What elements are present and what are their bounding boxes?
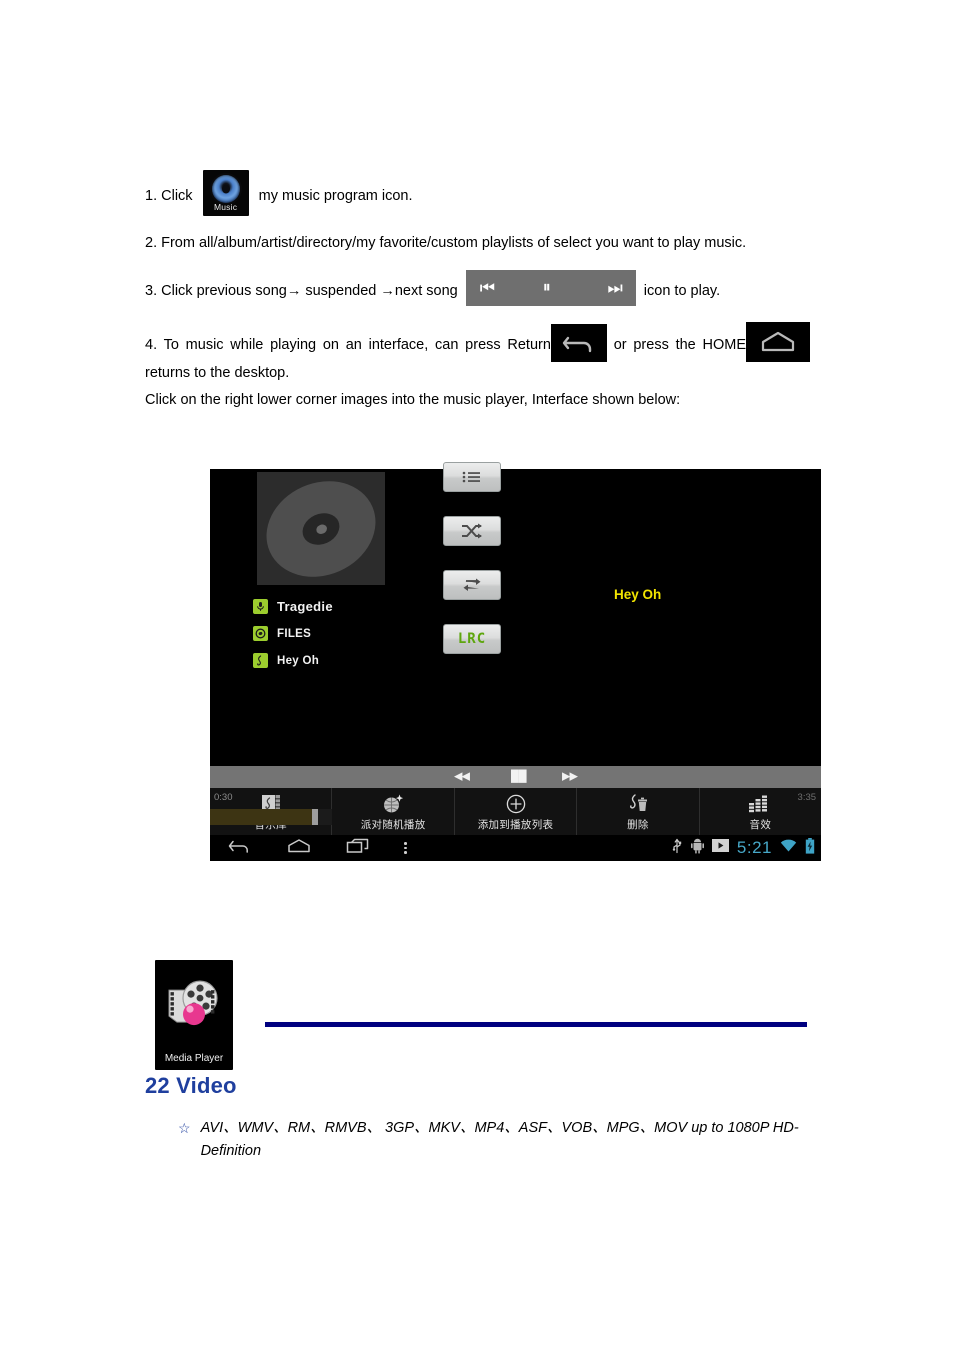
- step-1-suffix: my music program icon.: [258, 188, 413, 204]
- next-track-button[interactable]: ▶▶: [562, 771, 578, 783]
- recents-icon[interactable]: [346, 838, 370, 859]
- action-delete-label: 删除: [627, 819, 649, 831]
- wifi-icon: [780, 839, 797, 858]
- step-4-suffix: returns to the desktop.: [145, 365, 290, 382]
- microphone-icon: [253, 599, 268, 614]
- step-2-paragraph: 2. From all/album/artist/directory/my fa…: [145, 235, 747, 251]
- home-icon[interactable]: [286, 838, 312, 859]
- next-icon[interactable]: ⏭: [607, 280, 622, 297]
- home-key-icon[interactable]: [746, 322, 811, 363]
- previous-icon[interactable]: ⏮: [480, 280, 495, 297]
- music-note-icon: [253, 653, 268, 668]
- status-icons: 5:21: [671, 835, 815, 861]
- seek-bar-knob[interactable]: [312, 809, 319, 825]
- step-1-paragraph: 1. Click Music my music program icon.: [145, 170, 810, 216]
- player-main-area: Tragedie FILES Hey Oh LRC Hey Oh: [210, 462, 821, 766]
- action-music-library[interactable]: 0:30 音乐库: [210, 788, 333, 835]
- star-bullet-icon: ☆: [178, 1120, 191, 1136]
- lyrics-text: Hey Oh: [614, 587, 662, 602]
- video-formats-bullet: ☆ AVI、WMV、RM、RMVB、 3GP、MKV、MP4、ASF、VOB、M…: [178, 1117, 818, 1163]
- repeat-button[interactable]: [443, 570, 501, 600]
- repeat-icon: [462, 577, 482, 593]
- section-divider-rule: [265, 1022, 807, 1027]
- action-party-shuffle-label: 派对随机播放: [360, 819, 426, 831]
- document-body: 1. Click Music my music program icon. 2.…: [145, 170, 811, 427]
- disc-placeholder-icon: [257, 472, 385, 585]
- android-debug-icon: [690, 838, 704, 859]
- video-formats-text: AVI、WMV、RM、RMVB、 3GP、MKV、MP4、ASF、VOB、MPG…: [200, 1120, 799, 1160]
- previous-track-button[interactable]: ◀◀: [454, 771, 470, 783]
- back-icon[interactable]: [228, 838, 252, 859]
- action-sound-effects[interactable]: 3:35 音效: [700, 788, 821, 835]
- step-5-paragraph: Click on the right lower corner images i…: [145, 391, 681, 408]
- usb-icon: [671, 838, 683, 859]
- navigation-buttons: [228, 835, 407, 861]
- playlist-button[interactable]: [443, 462, 501, 492]
- music-app-icon-label: Music: [213, 201, 238, 212]
- music-app-icon[interactable]: Music: [202, 170, 249, 216]
- playlist-icon: [462, 470, 482, 484]
- status-clock: 5:21: [736, 838, 772, 857]
- step-4-middle: or press the HOME: [613, 337, 747, 354]
- elapsed-time: 0:30: [214, 792, 233, 803]
- step-3-paragraph: 3. Click previous song→ suspended →next …: [145, 270, 810, 307]
- page-title: 22 Video: [145, 1073, 237, 1098]
- sound-effects-icon: [748, 792, 772, 816]
- document-page: 1. Click Music my music program icon. 2.…: [0, 0, 954, 1350]
- shuffle-button[interactable]: [443, 516, 501, 546]
- overflow-menu-icon[interactable]: [404, 842, 407, 854]
- step-4-prefix: 4. To music while playing on an interfac…: [145, 337, 551, 354]
- pause-button[interactable]: ██: [511, 771, 527, 783]
- film-reel-icon: [163, 976, 225, 1043]
- play-icon: [711, 839, 729, 857]
- step-1-prefix: 1. Click: [145, 188, 193, 204]
- music-player-screenshot: Tragedie FILES Hey Oh LRC Hey Oh ◀◀ ██ ▶…: [210, 462, 821, 861]
- shuffle-icon: [461, 523, 483, 539]
- return-key-icon[interactable]: [550, 324, 607, 363]
- media-player-icon-label: Media Player: [164, 1053, 224, 1064]
- action-sound-effects-label: 音效: [749, 819, 772, 831]
- lrc-icon: LRC: [457, 631, 487, 647]
- speaker-cone-icon: [211, 175, 240, 203]
- action-party-shuffle[interactable]: 派对随机播放: [332, 788, 455, 835]
- step-4-paragraph: 4. To music while playing on an interfac…: [145, 322, 811, 384]
- inline-transport-controls[interactable]: ⏮ ⏸ ⏭: [465, 270, 636, 307]
- android-system-bar: 5:21: [210, 835, 821, 861]
- track-artist-label: Tragedie: [277, 599, 333, 614]
- disc-icon: [253, 626, 268, 641]
- add-to-playlist-icon: [505, 792, 527, 816]
- action-add-to-playlist-label: 添加到播放列表: [477, 819, 554, 831]
- player-mode-buttons: LRC: [443, 462, 501, 678]
- delete-icon: [626, 792, 650, 816]
- transport-bar: ◀◀ ██ ▶▶: [210, 766, 821, 789]
- step-3-prefix: 3. Click previous song→ suspended →next …: [145, 283, 458, 300]
- step-3-suffix: icon to play.: [643, 283, 721, 300]
- seek-bar-fill: [210, 809, 313, 825]
- party-shuffle-icon: [382, 792, 404, 816]
- total-duration: 3:35: [797, 792, 817, 803]
- action-add-to-playlist[interactable]: 添加到播放列表: [455, 788, 578, 835]
- track-title-label: Hey Oh: [277, 654, 320, 667]
- album-art: [257, 472, 385, 585]
- track-album-label: FILES: [277, 627, 312, 640]
- lrc-button[interactable]: LRC: [443, 624, 501, 654]
- media-player-app-icon[interactable]: Media Player: [155, 960, 233, 1070]
- action-delete[interactable]: 删除: [577, 788, 700, 835]
- seek-bar[interactable]: [210, 809, 332, 825]
- battery-charging-icon: [805, 837, 815, 859]
- player-action-toolbar: 0:30 音乐库 派对随机播放 添加到播放列表 删除 3:35 音效: [210, 788, 821, 835]
- pause-icon[interactable]: ⏸: [543, 280, 552, 296]
